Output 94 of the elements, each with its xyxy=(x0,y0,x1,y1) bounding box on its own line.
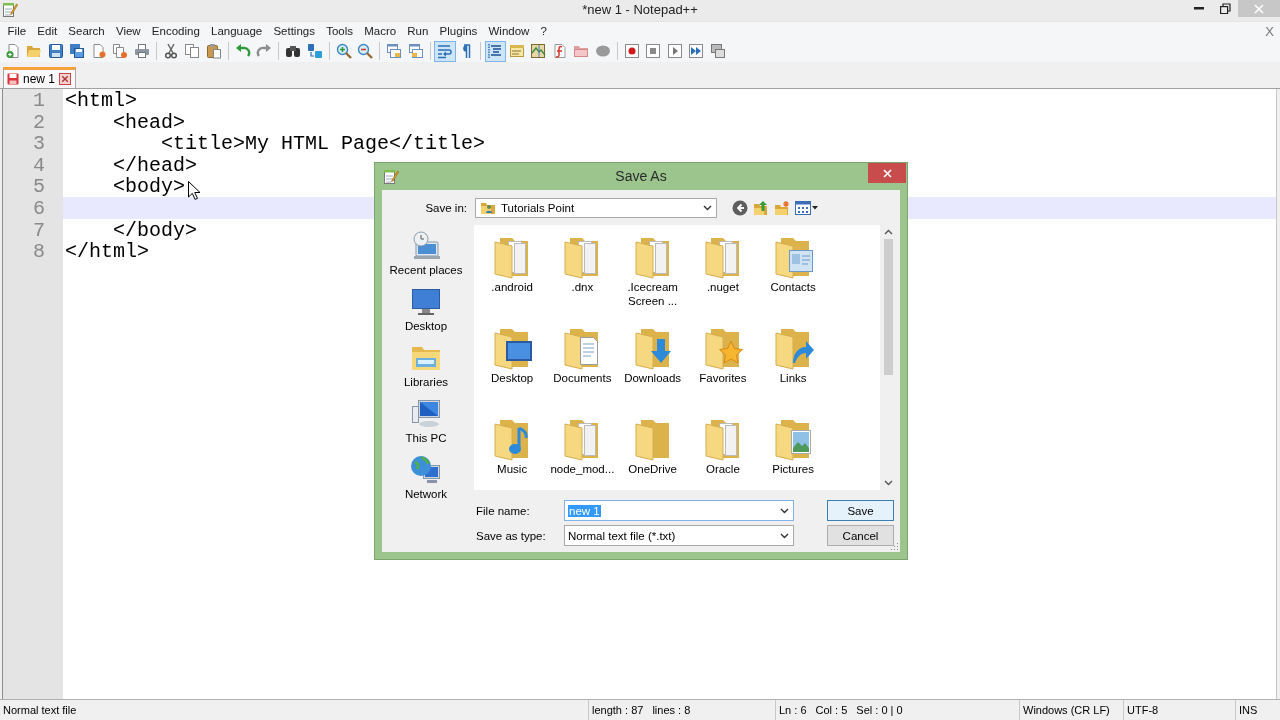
line-number: 4 xyxy=(33,153,45,177)
folder-item[interactable]: Documents xyxy=(547,323,618,385)
folder-item[interactable]: Music xyxy=(477,414,548,476)
folder-dropdown[interactable]: Tutorials Point xyxy=(475,198,717,218)
line-number: 6 xyxy=(33,196,45,220)
close-icon xyxy=(1254,3,1264,14)
monitor-icon xyxy=(410,286,442,318)
notepad-icon xyxy=(2,2,18,18)
folder-item[interactable]: Links xyxy=(758,323,829,385)
status-text: lines : 8 xyxy=(652,704,691,716)
line-number: 3 xyxy=(33,132,45,156)
restore-icon xyxy=(1219,3,1231,14)
close-document-button[interactable]: X xyxy=(1263,23,1276,39)
folder-item[interactable]: node_mod... xyxy=(547,414,618,476)
line-number: 2 xyxy=(33,110,45,134)
notepad-icon xyxy=(383,169,399,185)
code-line: <body> xyxy=(112,175,186,199)
status-text: INS xyxy=(1239,704,1258,716)
window-title: *new 1 - Notepad++ xyxy=(582,1,698,19)
chevron-up-icon[interactable] xyxy=(883,229,893,235)
back-icon[interactable] xyxy=(732,200,748,216)
menu-item[interactable]: Window xyxy=(482,22,535,40)
status-text: Windows (CR LF) xyxy=(1023,704,1110,716)
folder-item[interactable]: Pictures xyxy=(758,414,829,476)
caret-icon xyxy=(780,532,789,539)
status-text: Normal text file xyxy=(3,704,77,716)
document-tab[interactable]: new 1 xyxy=(3,67,77,88)
places-item[interactable]: Desktop xyxy=(402,285,450,333)
code-line: </html> xyxy=(65,240,149,264)
folder-item[interactable]: Oracle xyxy=(687,414,758,476)
status-text: Ln : 6 xyxy=(779,704,807,716)
mouse-pointer-icon xyxy=(188,181,200,200)
menu-item[interactable]: ? xyxy=(535,22,553,40)
dialog-title: Save As xyxy=(615,167,667,186)
globe-computer-icon xyxy=(410,454,442,486)
folder-item[interactable]: .nuget xyxy=(687,232,758,294)
menu-item[interactable]: Encoding xyxy=(146,22,206,40)
folder-person-icon xyxy=(480,200,496,216)
line-number: 7 xyxy=(33,218,45,242)
file-type-dropdown[interactable]: Normal text file (*.txt) xyxy=(564,525,794,546)
places-item[interactable]: This PC xyxy=(403,397,449,445)
places-item[interactable]: Libraries xyxy=(401,341,451,389)
chevron-down-icon[interactable] xyxy=(883,480,893,486)
menu-item[interactable]: Macro xyxy=(358,22,402,40)
save-as-type-label: Save as type: xyxy=(476,529,547,542)
resize-grip-icon[interactable] xyxy=(890,542,899,551)
close-icon[interactable] xyxy=(59,73,72,85)
places-item[interactable]: Network xyxy=(402,453,450,501)
clock-computer-icon xyxy=(410,230,442,262)
menu-item[interactable]: Plugins xyxy=(434,22,483,40)
status-text: Col : 5 xyxy=(815,704,848,716)
folder-item[interactable]: .dnx xyxy=(547,232,618,294)
status-text: UTF-8 xyxy=(1127,704,1159,716)
computer-icon xyxy=(410,398,442,430)
new-folder-icon[interactable] xyxy=(774,200,790,216)
code-line: <head> xyxy=(112,110,186,134)
folder-item[interactable]: Favorites xyxy=(687,323,758,385)
menu-item[interactable]: File xyxy=(2,22,32,40)
line-number: 1 xyxy=(33,89,45,112)
menu-item[interactable]: Edit xyxy=(31,22,63,40)
places-item[interactable]: Recent places xyxy=(387,229,465,277)
save-in-label: Save in: xyxy=(424,202,467,214)
menu-item[interactable]: Tools xyxy=(320,22,359,40)
caret-icon xyxy=(780,507,789,514)
dialog-button[interactable]: Save xyxy=(827,500,894,521)
menu-item[interactable]: Settings xyxy=(267,22,321,40)
folder-item[interactable]: .Icecream Screen ... xyxy=(617,232,688,308)
file-name-label: File name: xyxy=(476,504,531,517)
caret-icon xyxy=(703,205,712,211)
selected-text: new 1 xyxy=(568,504,601,517)
folder-item[interactable]: Downloads xyxy=(617,323,688,385)
code-line: <html> xyxy=(65,89,137,112)
close-icon xyxy=(882,168,892,178)
line-number: 5 xyxy=(33,175,45,199)
menu-item[interactable]: Run xyxy=(401,22,434,40)
line-number: 8 xyxy=(33,240,45,264)
dialog-close-button[interactable] xyxy=(868,163,906,183)
folder-item[interactable]: Contacts xyxy=(758,232,829,294)
folder-item[interactable]: .android xyxy=(477,232,548,294)
menu-item[interactable]: Language xyxy=(205,22,268,40)
status-text: Sel : 0 | 0 xyxy=(856,704,903,716)
folder-item[interactable]: OneDrive xyxy=(617,414,688,476)
minimize-icon xyxy=(1194,7,1204,10)
view-menu-icon[interactable] xyxy=(795,200,818,216)
status-text: length : 87 xyxy=(592,704,644,716)
menu-item[interactable]: Search xyxy=(62,22,111,40)
scrollbar-thumb[interactable] xyxy=(883,239,893,375)
dialog-button[interactable]: Cancel xyxy=(827,525,894,546)
code-line: <title>My HTML Page</title> xyxy=(160,132,486,156)
folder-item[interactable]: Desktop xyxy=(477,323,548,385)
menu-item[interactable]: View xyxy=(110,22,147,40)
code-line: </head> xyxy=(112,153,198,177)
code-line: </body> xyxy=(112,218,198,242)
folder-up-icon[interactable] xyxy=(753,200,769,216)
